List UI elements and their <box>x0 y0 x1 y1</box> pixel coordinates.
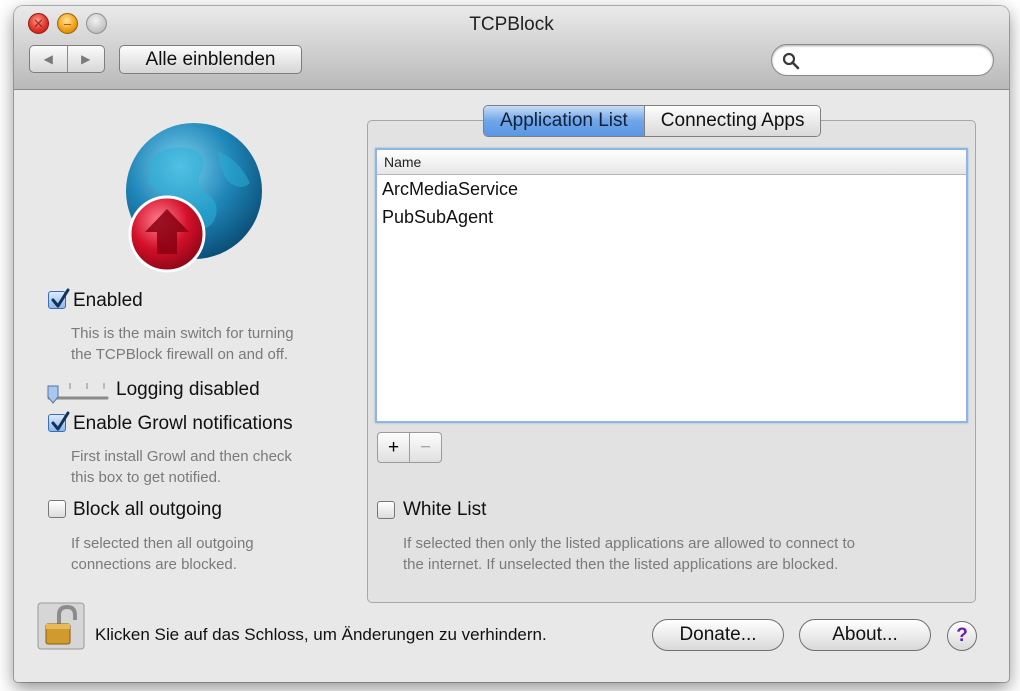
forward-arrow-icon: ▶ <box>81 52 91 66</box>
tab-application-list[interactable]: Application List <box>484 106 644 136</box>
lock-message: Klicken Sie auf das Schloss, um Änderung… <box>95 625 547 644</box>
logging-label: Logging disabled <box>116 379 260 400</box>
block-outgoing-label: Block all outgoing <box>73 499 222 520</box>
history-nav: ◀ ▶ <box>29 45 105 73</box>
block-outgoing-help: If selected then all outgoing connection… <box>71 535 254 573</box>
growl-checkbox[interactable] <box>48 411 70 432</box>
search-icon <box>782 52 800 70</box>
column-header-name[interactable]: Name <box>377 150 966 175</box>
checkmark-icon <box>51 411 70 431</box>
tcpblock-globe-icon <box>126 123 262 273</box>
white-list-checkbox[interactable] <box>377 501 395 519</box>
application-table[interactable]: Name ArcMediaService PubSubAgent <box>375 148 968 423</box>
help-button[interactable]: ? <box>947 621 977 651</box>
white-list-label: White List <box>403 499 487 520</box>
back-button[interactable]: ◀ <box>30 46 67 72</box>
preferences-window: ✕ – TCPBlock ◀ ▶ Alle einblenden Enabled… <box>14 6 1009 682</box>
table-row[interactable]: ArcMediaService <box>377 175 966 203</box>
forward-button[interactable]: ▶ <box>66 46 105 72</box>
white-list-help: If selected then only the listed applica… <box>403 535 855 573</box>
enabled-help: This is the main switch for turning the … <box>71 325 294 363</box>
lock-open-icon[interactable] <box>37 602 85 650</box>
tab-bar: Application List Connecting Apps <box>483 105 822 137</box>
tab-connecting-apps[interactable]: Connecting Apps <box>643 106 821 136</box>
show-all-button[interactable]: Alle einblenden <box>119 45 302 74</box>
checkmark-icon <box>51 288 70 308</box>
back-arrow-icon: ◀ <box>43 52 53 66</box>
enabled-label: Enabled <box>73 290 143 311</box>
block-outgoing-checkbox[interactable] <box>48 500 66 518</box>
add-application-button[interactable]: + <box>377 432 410 463</box>
search-input[interactable] <box>802 49 986 73</box>
logging-slider[interactable] <box>45 377 125 405</box>
growl-help: First install Growl and then check this … <box>71 448 292 486</box>
table-row[interactable]: PubSubAgent <box>377 203 966 231</box>
donate-button[interactable]: Donate... <box>652 619 784 651</box>
search-field[interactable] <box>771 44 994 76</box>
enabled-checkbox[interactable] <box>48 288 70 309</box>
about-button[interactable]: About... <box>799 619 931 651</box>
growl-label: Enable Growl notifications <box>73 413 293 434</box>
toolbar: ✕ – TCPBlock ◀ ▶ Alle einblenden <box>14 6 1009 90</box>
remove-application-button[interactable]: − <box>409 432 442 463</box>
window-title: TCPBlock <box>469 14 554 35</box>
